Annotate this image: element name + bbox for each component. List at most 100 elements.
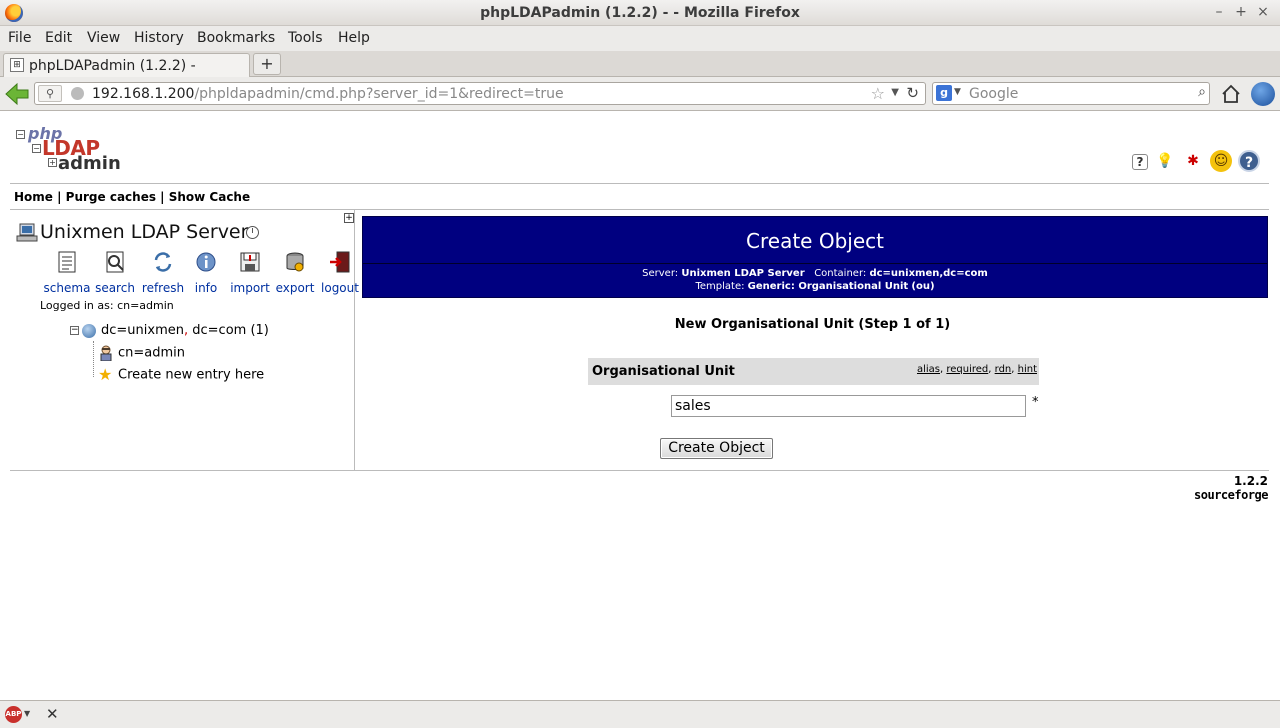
phpldapadmin-logo[interactable]: − php − LDAP + admin [14,124,121,176]
window-controls: – + × [1208,4,1274,20]
menu-tools[interactable]: Tools [288,30,323,46]
menu-file[interactable]: File [8,30,31,46]
collapse-pane-button[interactable]: + [344,213,354,223]
refresh-icon [154,252,172,272]
hint-hint[interactable]: hint [1018,364,1037,375]
maximize-button[interactable]: + [1230,4,1252,20]
menu-history[interactable]: History [134,30,184,46]
tree-create-entry[interactable]: ★ Create new entry here [98,367,264,383]
google-engine-icon[interactable]: g [936,85,952,101]
attribute-hints: alias, required, rdn, hint [916,364,1037,375]
attribute-row: Organisational Unit alias, required, rdn… [588,358,1039,385]
tab-label: phpLDAPadmin (1.2.2) - [29,58,196,74]
go-arrow-icon[interactable] [1251,82,1275,106]
collapse-node-icon[interactable]: − [70,326,79,335]
search-bar[interactable]: g ▼ Google ⌕ [932,82,1210,105]
header-separator [363,263,1267,264]
search-label: search [95,281,135,295]
menu-edit[interactable]: Edit [45,30,72,46]
header-icons: ? 💡 ✱ ☺ ? [1126,150,1260,172]
menu-view[interactable]: View [87,30,120,46]
divider [10,183,1269,184]
url-bar[interactable]: ⚲ 192.168.1.200/phpldapadmin/cmd.php?ser… [34,82,926,105]
export-label: export [275,281,315,295]
server-computer-icon [16,223,38,242]
create-object-header: Create Object Server: Unixmen LDAP Serve… [362,216,1268,298]
search-icon [106,251,124,273]
alias-hint[interactable]: alias [917,364,940,375]
required-marker: * [1032,395,1039,410]
search-placeholder: Google [969,86,1019,102]
tab-bar: ⊞ phpLDAPadmin (1.2.2) - + [0,51,1280,77]
server-tree-pane: + Unixmen LDAP Server schema search refr… [10,210,359,470]
export-icon [286,252,304,272]
create-object-button[interactable]: Create Object [660,438,773,459]
lightbulb-icon[interactable]: 💡 [1154,150,1176,172]
logo-admin-text: admin [58,153,121,174]
info-icon [196,252,216,272]
attribute-name: Organisational Unit [592,364,735,379]
minimize-button[interactable]: – [1208,4,1230,20]
create-object-meta: Server: Unixmen LDAP Server Container: d… [642,268,988,292]
ou-value-input[interactable]: sales [671,395,1026,417]
create-object-title: Create Object [746,229,884,253]
help-speech-icon[interactable]: ? [1132,154,1148,170]
adblock-plus-icon[interactable]: ABP [5,706,22,723]
export-action[interactable]: export [271,251,319,295]
tree-root-dn[interactable]: dc=unixmen, dc=com (1) [101,323,269,338]
tree-child-admin[interactable]: cn=admin [98,345,185,361]
url-dropdown-icon[interactable]: ▼ [891,87,899,98]
menu-help[interactable]: Help [338,30,370,46]
globe-icon [71,87,84,100]
version-label: 1.2.2 [1233,474,1268,488]
close-window-button[interactable]: × [1252,4,1274,20]
reload-icon[interactable]: ↻ [906,84,919,102]
logo-tree-box: + [48,158,57,167]
home-icon[interactable] [1220,83,1242,105]
template-value: Generic: Organisational Unit [747,281,909,292]
create-object-pane: Create Object Server: Unixmen LDAP Serve… [356,210,1269,470]
site-identity-icon[interactable]: ⚲ [38,85,62,102]
container-value: dc=unixmen,dc=com [869,268,988,279]
menu-bar: File Edit View History Bookmarks Tools H… [0,26,1280,51]
engine-dropdown-icon[interactable]: ▼ [954,87,961,97]
required-hint[interactable]: required [946,364,988,375]
globe-icon [82,323,96,338]
info-action[interactable]: info [182,251,230,295]
new-tab-button[interactable]: + [253,53,281,75]
tab-phpldapadmin[interactable]: ⊞ phpLDAPadmin (1.2.2) - [3,53,250,77]
back-arrow-icon[interactable] [4,82,30,106]
tree-child-label: cn=admin [118,345,186,361]
refresh-action[interactable]: refresh [139,251,187,295]
adblock-dropdown-icon[interactable]: ▼ [24,709,30,718]
clock-icon[interactable] [246,226,259,239]
server-name[interactable]: Unixmen LDAP Server [40,221,248,243]
import-label: import [230,281,270,295]
top-links[interactable]: Home | Purge caches | Show Cache [14,190,250,204]
bug-icon[interactable]: ✱ [1182,150,1204,172]
import-action[interactable]: import [226,251,274,295]
bookmark-star-icon[interactable]: ☆ [871,84,885,103]
close-bar-icon[interactable]: ✕ [46,705,59,723]
step-heading: New Organisational Unit (Step 1 of 1) [674,317,951,332]
url-text[interactable]: 192.168.1.200/phpldapadmin/cmd.php?serve… [92,86,564,102]
schema-label: schema [43,281,91,295]
logged-in-as: Logged in as: cn=admin [40,299,174,312]
page-favicon-icon: ⊞ [10,58,24,72]
schema-action[interactable]: schema [43,251,91,295]
rdn-hint[interactable]: rdn [995,364,1012,375]
search-magnifier-icon[interactable]: ⌕ [1198,84,1206,100]
star-icon: ★ [98,365,113,384]
window-title: phpLDAPadmin (1.2.2) - - Mozilla Firefox [480,5,800,21]
logo-tree-box: − [16,130,25,139]
status-bar: ABP ▼ ✕ [0,700,1280,728]
tree-root[interactable]: − dc=unixmen, dc=com (1) [70,323,269,338]
menu-bookmarks[interactable]: Bookmarks [197,30,275,46]
smiley-icon[interactable]: ☺ [1210,150,1232,172]
sourceforge-logo[interactable]: sourceforge [1194,488,1268,502]
import-icon [240,252,260,272]
navigation-toolbar: ⚲ 192.168.1.200/phpldapadmin/cmd.php?ser… [0,77,1280,111]
search-action[interactable]: search [91,251,139,295]
info-label: info [194,281,218,295]
help-icon[interactable]: ? [1238,150,1260,172]
